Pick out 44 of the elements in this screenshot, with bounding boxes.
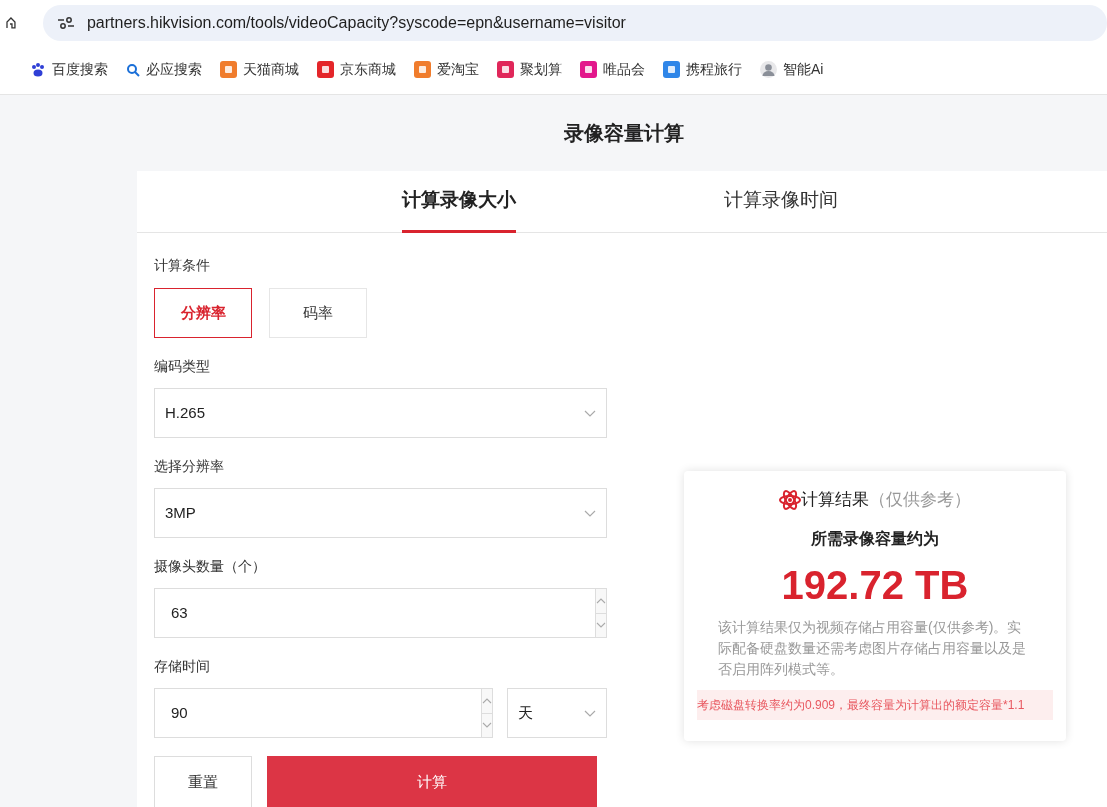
unit-select[interactable]: 天 [507, 688, 607, 738]
toggle-button[interactable]: 分辨率 [154, 288, 252, 338]
caret-up-icon [482, 697, 492, 704]
result-heading: 所需录像容量约为 [811, 528, 939, 549]
atom-icon [779, 488, 801, 511]
select-field[interactable]: H.265 [154, 388, 607, 438]
warning-note: 考虑磁盘转换率约为0.909，最终容量为计算出的额定容量*1.1 [697, 689, 1053, 720]
field-label: 存储时间 [154, 657, 211, 676]
result-subtitle: （仅供参考） [869, 489, 971, 511]
field-label: 选择分辨率 [154, 457, 225, 476]
bookmark-link[interactable]: 唯品会 [603, 59, 645, 80]
select-field[interactable]: 3MP [154, 488, 607, 538]
field-label: 计算条件 [154, 256, 211, 275]
calculate-button[interactable]: 计算 [267, 756, 597, 807]
result-value: 192.72 TB [781, 561, 969, 609]
caret-up-icon [596, 597, 606, 604]
tab[interactable]: 计算录像时间 [724, 171, 838, 233]
chevron-down-icon [584, 709, 596, 717]
bookmark-link[interactable]: 爱淘宝 [437, 59, 479, 80]
bookmark-link[interactable]: 必应搜索 [146, 59, 202, 80]
address-bar[interactable]: partners.hikvision.com/tools/videoCapacity?syscode=epn&username=visitor [42, 4, 1107, 41]
site-settings-icon[interactable] [56, 15, 75, 30]
result-note: 该计算结果仅为视频存储占用容量(仅供参考)。实际配备硬盘数量还需考虑图片存储占用容量以及是否启用阵列模式等。 [717, 617, 1027, 679]
toggle-button[interactable]: 码率 [269, 288, 367, 338]
tab[interactable]: 计算录像大小 [402, 171, 516, 233]
url-text: partners.hikvision.com/tools/videoCapacity?syscode=epn&username=visitor [86, 12, 626, 33]
page-title: 录像容量计算 [562, 121, 685, 146]
reset-button[interactable]: 重置 [154, 756, 252, 807]
caret-down-icon [596, 622, 606, 629]
field-label: 编码类型 [154, 357, 211, 376]
chevron-down-icon [584, 509, 596, 517]
chevron-down-icon [584, 409, 596, 417]
bookmark-link[interactable]: 京东商城 [340, 59, 396, 80]
number-field[interactable]: 90 [154, 688, 493, 738]
bookmark-link[interactable]: 百度搜索 [52, 59, 108, 80]
bookmark-link[interactable]: 天猫商城 [243, 59, 299, 80]
bookmark-link[interactable]: 聚划算 [520, 59, 562, 80]
bookmark-link[interactable]: 携程旅行 [686, 59, 742, 80]
field-label: 摄像头数量（个） [154, 557, 267, 576]
result-title: 计算结果 [801, 489, 869, 511]
bookmark-link[interactable]: 智能Ai [783, 59, 824, 80]
home-icon[interactable] [6, 16, 16, 29]
caret-down-icon [482, 722, 492, 729]
number-field[interactable]: 63 [154, 588, 607, 638]
